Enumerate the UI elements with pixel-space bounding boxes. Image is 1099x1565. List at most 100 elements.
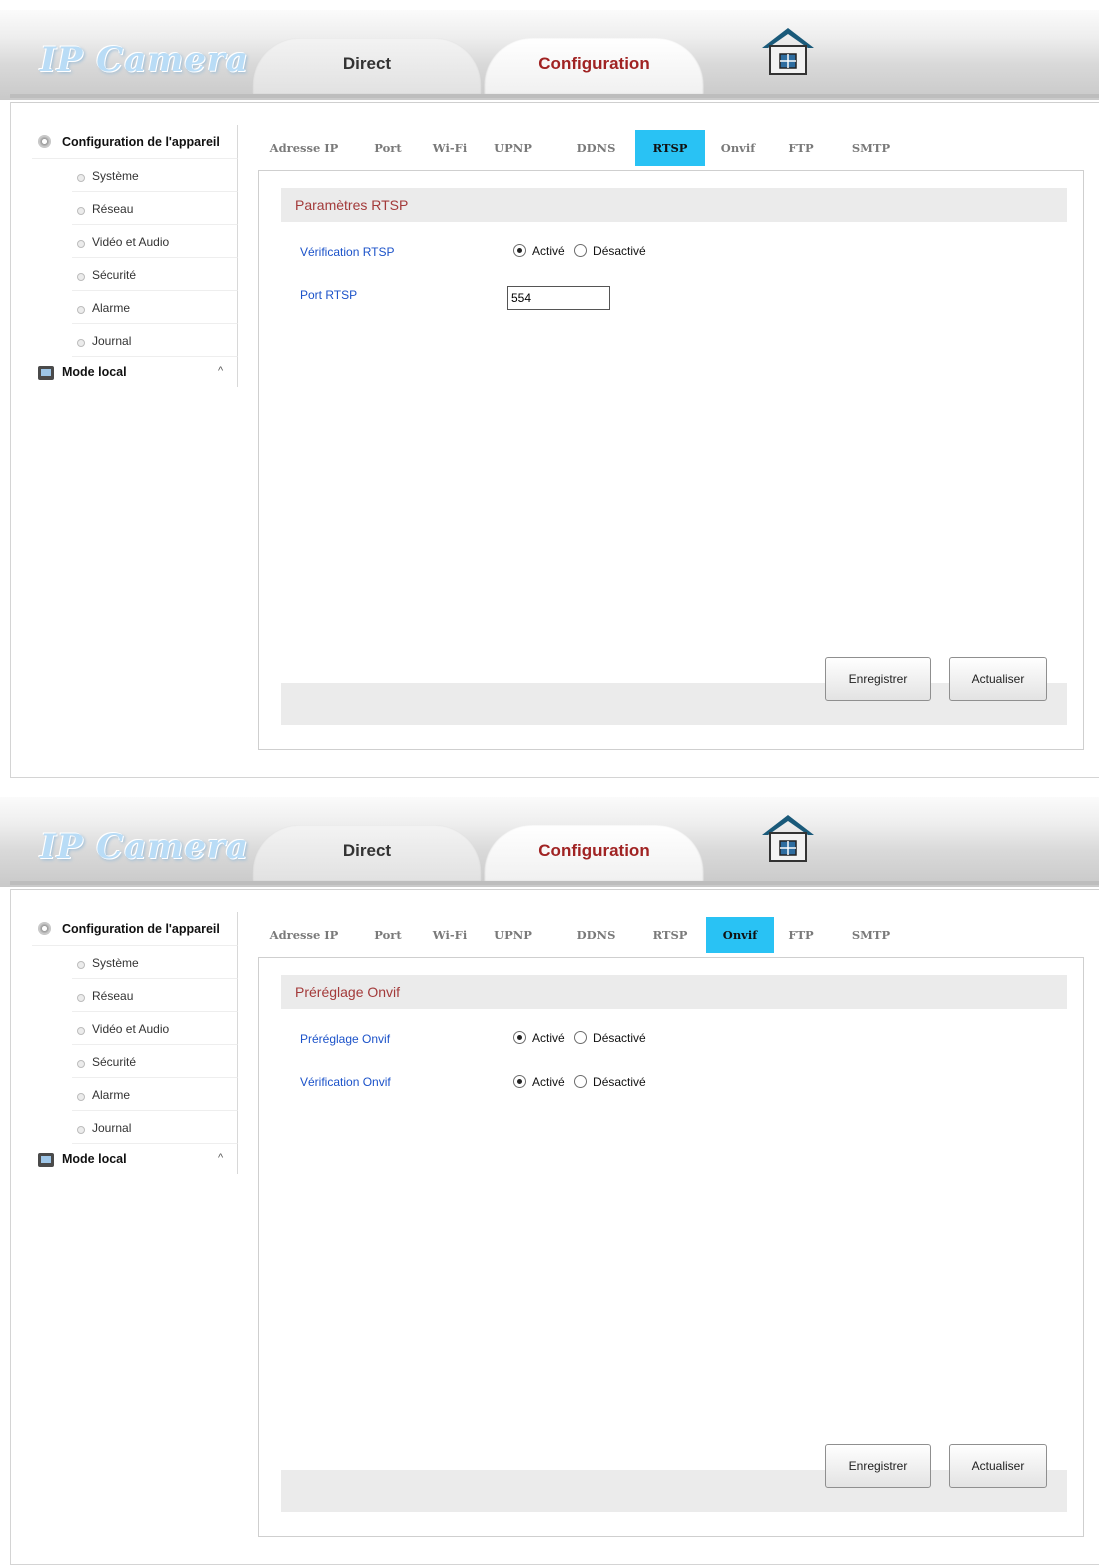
sidebar-item-systeme[interactable]: Système	[72, 159, 238, 192]
ip-camera-logo: IP Camera	[40, 40, 249, 80]
refresh-button[interactable]: Actualiser	[949, 657, 1047, 701]
subtab-port[interactable]: Port	[366, 917, 410, 953]
radio-active-label: Activé	[532, 243, 565, 258]
gear-icon	[38, 135, 51, 148]
sidebar-item-label: Réseau	[92, 202, 134, 216]
tab-configuration[interactable]: Configuration	[484, 825, 704, 883]
sidebar-item-label: Alarme	[92, 301, 131, 315]
sidebar: Configuration de l'appareil Système Rése…	[32, 125, 238, 387]
ip-camera-logo: IP Camera	[40, 827, 249, 867]
sidebar-item-alarme[interactable]: Alarme	[72, 1078, 238, 1111]
subtab-port[interactable]: Port	[366, 130, 410, 166]
tab-direct[interactable]: Direct	[252, 825, 482, 883]
bullet-icon	[77, 1093, 85, 1101]
bullet-icon	[77, 339, 85, 347]
rtsp-port-label: Port RTSP	[300, 288, 358, 302]
subtab-ftp[interactable]: FTP	[778, 917, 824, 953]
tab-configuration-label: Configuration	[538, 841, 650, 860]
subtab-adresse-ip[interactable]: Adresse IP	[266, 917, 342, 953]
frame-bottom	[10, 777, 1099, 778]
sidebar-mode-local[interactable]: Mode local ^	[32, 357, 238, 387]
radio-inactive-label: Désactivé	[593, 1074, 646, 1089]
tab-configuration[interactable]: Configuration	[484, 38, 704, 96]
sidebar-item-video-audio[interactable]: Vidéo et Audio	[72, 1012, 238, 1045]
sidebar-item-label: Vidéo et Audio	[92, 235, 170, 249]
tab-direct[interactable]: Direct	[252, 38, 482, 96]
subtab-adresse-ip[interactable]: Adresse IP	[266, 130, 342, 166]
subtab-smtp[interactable]: SMTP	[844, 130, 898, 166]
sidebar-item-securite[interactable]: Sécurité	[72, 1045, 238, 1078]
bullet-icon	[77, 1126, 85, 1134]
monitor-icon	[38, 1153, 54, 1167]
sidebar-item-journal[interactable]: Journal	[72, 324, 238, 357]
sidebar-item-reseau[interactable]: Réseau	[72, 192, 238, 225]
tab-configuration-label: Configuration	[538, 54, 650, 73]
refresh-button[interactable]: Actualiser	[949, 1444, 1047, 1488]
sidebar-item-video-audio[interactable]: Vidéo et Audio	[72, 225, 238, 258]
subtab-onvif[interactable]: Onvif	[706, 917, 774, 953]
onvif-verification-radios: Activé Désactivé	[513, 1074, 652, 1089]
radio-inactive-label: Désactivé	[593, 1030, 646, 1045]
sidebar-item-alarme[interactable]: Alarme	[72, 291, 238, 324]
settings-panel: Paramètres RTSP Vérification RTSP Activé…	[258, 170, 1084, 750]
sidebar-item-systeme[interactable]: Système	[72, 946, 238, 979]
radio-inactive[interactable]	[574, 1031, 588, 1045]
tab-direct-label: Direct	[342, 841, 392, 860]
frame-left	[10, 102, 11, 778]
radio-active[interactable]	[513, 244, 526, 258]
subtab-rtsp[interactable]: RTSP	[635, 130, 705, 166]
subtab-upnp[interactable]: UPNP	[488, 130, 538, 166]
gear-icon	[38, 922, 51, 935]
subtab-upnp[interactable]: UPNP	[488, 917, 538, 953]
sidebar-title: Configuration de l'appareil	[62, 135, 220, 149]
mode-local-label: Mode local	[62, 365, 127, 379]
sidebar-item-label: Vidéo et Audio	[92, 1022, 170, 1036]
subtab-wifi[interactable]: Wi-Fi	[428, 917, 472, 953]
frame-left	[10, 889, 11, 1565]
sidebar-item-label: Sécurité	[92, 1055, 137, 1069]
sidebar-device-config[interactable]: Configuration de l'appareil	[32, 912, 238, 946]
subtab-ddns[interactable]: DDNS	[570, 130, 622, 166]
rtsp-port-input[interactable]	[507, 286, 610, 310]
save-button[interactable]: Enregistrer	[825, 657, 931, 701]
onvif-verification-label: Vérification Onvif	[300, 1075, 391, 1089]
sidebar-mode-local[interactable]: Mode local ^	[32, 1144, 238, 1174]
subtab-onvif[interactable]: Onvif	[714, 130, 762, 166]
home-icon[interactable]	[760, 26, 816, 76]
radio-inactive[interactable]	[574, 244, 588, 258]
sidebar-title: Configuration de l'appareil	[62, 922, 220, 936]
frame-top	[10, 889, 1099, 890]
bullet-icon	[77, 207, 85, 215]
sidebar-item-reseau[interactable]: Réseau	[72, 979, 238, 1012]
radio-inactive[interactable]	[574, 1075, 588, 1089]
subtab-smtp[interactable]: SMTP	[844, 917, 898, 953]
radio-active-label: Activé	[532, 1030, 565, 1045]
sidebar-item-label: Journal	[92, 1121, 132, 1135]
monitor-icon	[38, 366, 54, 380]
sidebar-device-config[interactable]: Configuration de l'appareil	[32, 125, 238, 159]
bullet-icon	[77, 306, 85, 314]
radio-active[interactable]	[513, 1031, 526, 1045]
rtsp-verification-label: Vérification RTSP	[300, 245, 395, 259]
sidebar: Configuration de l'appareil Système Rése…	[32, 912, 238, 1174]
sidebar-item-label: Système	[92, 956, 139, 970]
section-header: Préréglage Onvif	[281, 975, 1067, 1009]
bullet-icon	[77, 240, 85, 248]
sidebar-item-label: Alarme	[92, 1088, 131, 1102]
subtab-ftp[interactable]: FTP	[778, 130, 824, 166]
subtab-rtsp[interactable]: RTSP	[644, 917, 696, 953]
subtab-wifi[interactable]: Wi-Fi	[428, 130, 472, 166]
header-divider	[10, 881, 1099, 885]
bullet-icon	[77, 961, 85, 969]
bullet-icon	[77, 174, 85, 182]
section-title: Préréglage Onvif	[295, 984, 401, 1000]
header-divider	[10, 94, 1099, 98]
home-icon[interactable]	[760, 813, 816, 863]
radio-active[interactable]	[513, 1075, 526, 1089]
sidebar-item-securite[interactable]: Sécurité	[72, 258, 238, 291]
chevron-up-icon: ^	[218, 365, 224, 377]
sidebar-item-journal[interactable]: Journal	[72, 1111, 238, 1144]
save-button[interactable]: Enregistrer	[825, 1444, 931, 1488]
subtab-ddns[interactable]: DDNS	[570, 917, 622, 953]
chevron-up-icon: ^	[218, 1152, 224, 1164]
